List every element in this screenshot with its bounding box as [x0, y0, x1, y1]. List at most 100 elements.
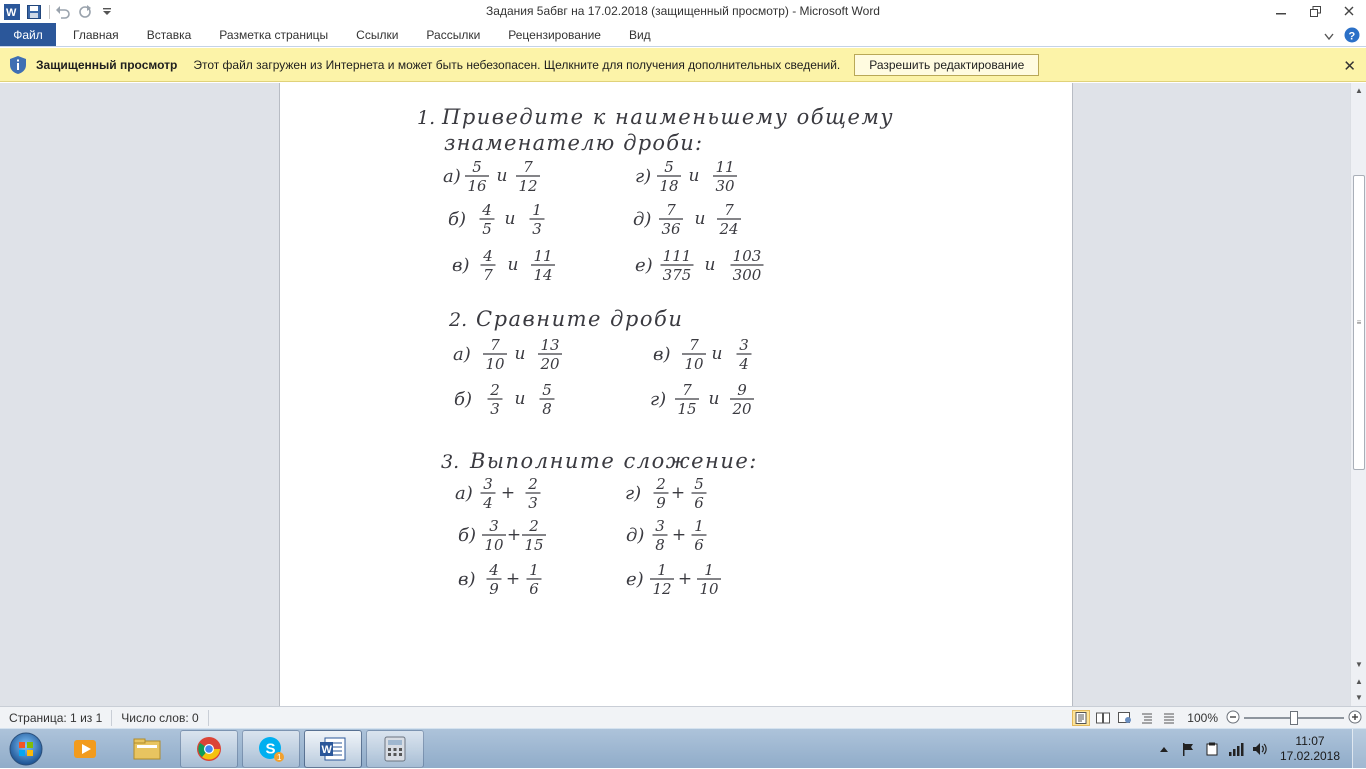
task2-item-0-label: а) — [453, 344, 471, 365]
network-signal-icon[interactable] — [1228, 741, 1244, 757]
task3-item-4-second-denominator: 6 — [529, 580, 539, 598]
restore-icon[interactable] — [1298, 0, 1332, 22]
task3-item-4-operator: + — [506, 569, 520, 589]
zoom-slider[interactable] — [1244, 710, 1344, 726]
tab-review[interactable]: Рецензирование — [494, 23, 615, 46]
show-desktop-button[interactable] — [1352, 729, 1366, 769]
show-hidden-icons-icon[interactable] — [1156, 741, 1172, 757]
tab-references[interactable]: Ссылки — [342, 23, 412, 46]
word-icon[interactable]: W — [304, 729, 362, 768]
window-title: Задания 5абвг на 17.02.2018 (защищенный … — [486, 4, 880, 18]
next-page-icon[interactable]: ▼ — [1351, 690, 1366, 704]
print-layout-icon[interactable] — [1072, 710, 1090, 726]
protected-view-message[interactable]: Этот файл загружен из Интернета и может … — [193, 58, 840, 72]
help-icon[interactable]: ? — [1344, 27, 1360, 46]
tab-page-layout[interactable]: Разметка страницы — [205, 23, 342, 46]
task1-item-4-label: в) — [452, 255, 470, 276]
ribbon-tabs: Файл Главная Вставка Разметка страницы С… — [0, 23, 1366, 47]
task3-item-5-label: е) — [626, 569, 644, 590]
task1-item-5-operator: и — [705, 255, 716, 275]
task3-item-2-second-denominator: 15 — [524, 536, 543, 554]
customize-icon[interactable] — [97, 2, 117, 22]
start-orb-icon[interactable] — [0, 729, 52, 769]
scroll-up-icon[interactable]: ▲ — [1351, 83, 1366, 97]
scroll-down-icon[interactable]: ▼ — [1351, 657, 1366, 671]
task2-item-3-first-denominator: 15 — [677, 400, 696, 418]
task1-item-2-first-denominator: 5 — [482, 220, 492, 238]
task1-item-0-first-denominator: 16 — [467, 177, 487, 195]
task3-item-1-second-denominator: 6 — [694, 494, 704, 512]
tab-home[interactable]: Главная — [59, 23, 133, 46]
outline-icon[interactable] — [1138, 710, 1156, 726]
task1-item-2-first-numerator: 4 — [481, 201, 492, 219]
task3-item-5-first-denominator: 12 — [652, 580, 671, 598]
minimize-icon[interactable] — [1264, 0, 1298, 22]
calculator-icon[interactable] — [366, 729, 424, 768]
clock[interactable]: 11:07 17.02.2018 — [1276, 734, 1344, 764]
task2-item-0-first-denominator: 10 — [485, 355, 505, 373]
enable-editing-button[interactable]: Разрешить редактирование — [854, 53, 1040, 76]
skype-icon[interactable]: S1 — [242, 729, 300, 768]
volume-icon[interactable] — [1252, 741, 1268, 757]
task2-item-3-first-numerator: 7 — [682, 381, 692, 399]
task3-item-5-first-numerator: 1 — [657, 561, 667, 579]
task2-item-1-operator: и — [712, 344, 723, 364]
task2-item-1-first-numerator: 7 — [689, 336, 699, 354]
task3-item-0-first-denominator: 4 — [482, 494, 493, 512]
draft-icon[interactable] — [1160, 710, 1178, 726]
zoom-in-icon[interactable] — [1348, 710, 1362, 727]
minimize-ribbon-icon[interactable] — [1324, 30, 1334, 44]
task1-item-0-operator: и — [497, 166, 508, 186]
protected-view-bar: Защищенный просмотр Этот файл загружен и… — [0, 48, 1366, 82]
task1-item-4-operator: и — [508, 255, 519, 275]
svg-text:W: W — [322, 744, 333, 756]
scroll-thumb[interactable]: ≡ — [1353, 175, 1365, 470]
quick-access-toolbar: W — [0, 0, 119, 24]
explorer-folder-icon[interactable] — [118, 730, 176, 768]
full-screen-reading-icon[interactable] — [1094, 710, 1112, 726]
tab-view[interactable]: Вид — [615, 23, 665, 46]
task3-item-1-label: г) — [625, 483, 641, 504]
media-player-icon[interactable] — [56, 730, 114, 768]
zoom-out-icon[interactable] — [1226, 710, 1240, 727]
task3-item-1-second-numerator: 5 — [694, 475, 704, 493]
tab-file[interactable]: Файл — [0, 23, 56, 46]
tab-insert[interactable]: Вставка — [133, 23, 206, 46]
undo-icon[interactable] — [53, 2, 73, 22]
task2-item-0-first-numerator: 7 — [490, 336, 500, 354]
task1-item-4-second-denominator: 14 — [533, 266, 552, 284]
action-center-flag-icon[interactable] — [1180, 741, 1196, 757]
task1-item-2-second-numerator: 1 — [532, 201, 542, 219]
task3-item-2-first-denominator: 10 — [484, 536, 504, 554]
page-count[interactable]: Страница: 1 из 1 — [0, 709, 113, 726]
close-bar-icon[interactable]: ✕ — [1343, 57, 1356, 75]
task3-items: а) 34 +23 г) 29 +56б) 310 +215 д) 38 +16в) 49 +16 е) 1… — [455, 475, 721, 598]
task2-item-0-second-denominator: 20 — [539, 355, 560, 373]
tab-mailings[interactable]: Рассылки — [412, 23, 494, 46]
document-page[interactable]: 1. Приведите к наименьшему общему знамен… — [279, 83, 1073, 706]
task1-item-3-first-denominator: 36 — [661, 220, 681, 238]
chrome-icon[interactable] — [180, 729, 238, 768]
task3-item-2-label: б) — [458, 525, 476, 546]
prev-page-icon[interactable]: ▲ — [1351, 674, 1366, 688]
zoom-slider-handle[interactable] — [1290, 711, 1298, 725]
device-icon[interactable] — [1204, 741, 1220, 757]
task1-item-5-label: е) — [635, 255, 653, 276]
vertical-scrollbar[interactable]: ▲ ≡ ▼ ▲ ▼ — [1350, 83, 1366, 706]
task3-item-0-second-denominator: 3 — [528, 494, 538, 512]
task1-item-0-label: а) — [443, 166, 461, 187]
task3-item-3-second-denominator: 6 — [694, 536, 704, 554]
save-icon[interactable] — [24, 2, 44, 22]
task3-item-5-operator: + — [678, 569, 692, 589]
word-count[interactable]: Число слов: 0 — [112, 709, 209, 726]
redo-icon[interactable] — [75, 2, 95, 22]
close-window-icon[interactable] — [1332, 0, 1366, 22]
task3-item-4-first-denominator: 9 — [489, 580, 499, 598]
task1-item-1-first-denominator: 18 — [659, 177, 678, 195]
word-logo-icon[interactable]: W — [2, 2, 22, 22]
task3-item-5-second-numerator: 1 — [704, 561, 714, 579]
zoom-level[interactable]: 100% — [1182, 711, 1218, 725]
task3-item-3-second-numerator: 1 — [694, 517, 704, 535]
web-layout-icon[interactable] — [1116, 710, 1134, 726]
svg-text:W: W — [6, 7, 17, 19]
